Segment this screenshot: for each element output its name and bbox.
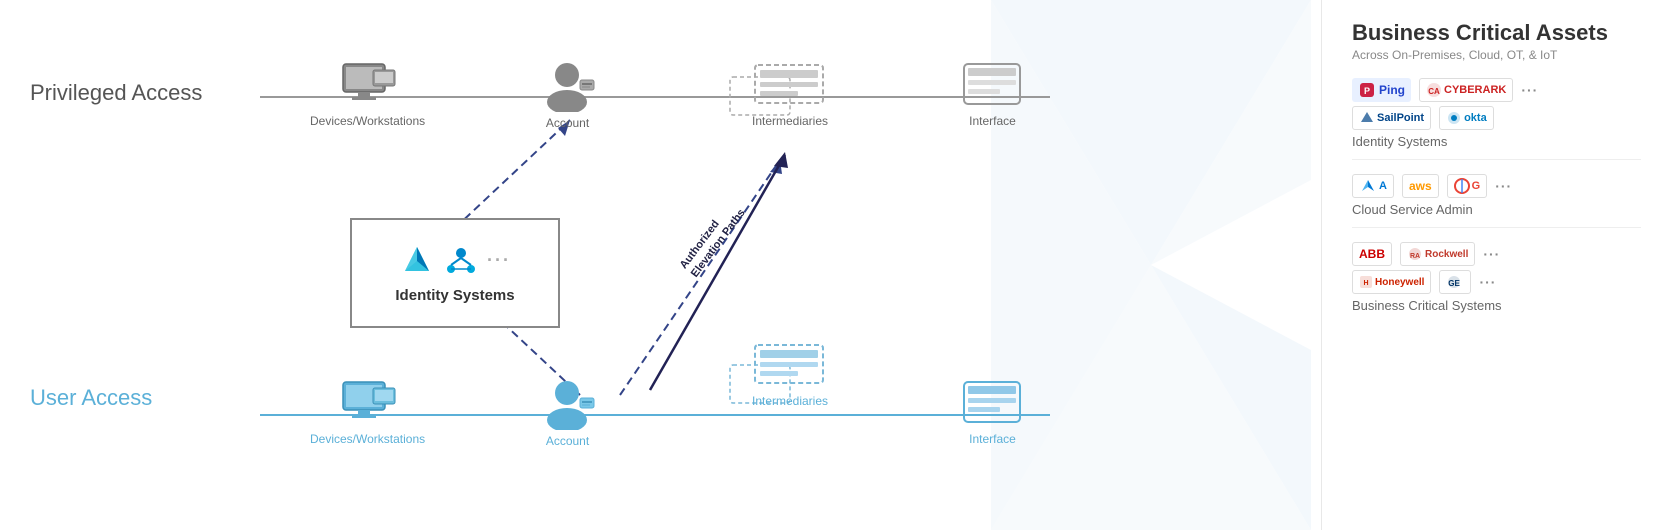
- business-critical-group: ABB RA Rockwell ··· H: [1352, 242, 1641, 323]
- business-critical-label: Business Critical Systems: [1352, 298, 1641, 313]
- identity-systems-logos-row2: SailPoint okta: [1352, 106, 1641, 130]
- azure-logo: A: [1352, 174, 1394, 198]
- intermediaries-top-label: Intermediaries: [752, 114, 828, 128]
- intermediaries-top-node: Intermediaries: [750, 60, 830, 128]
- identity-systems-box: ··· Identity Systems: [350, 218, 560, 328]
- critical-more-dots2: ···: [1479, 274, 1496, 290]
- cloud-more-dots: ···: [1495, 178, 1512, 194]
- aws-logo: aws: [1402, 174, 1439, 198]
- devices-workstations-bottom-node: Devices/Workstations: [310, 378, 425, 446]
- intermediaries-bottom-node: Intermediaries: [750, 340, 830, 408]
- critical-more-dots: ···: [1483, 246, 1500, 262]
- interface-bottom-node: Interface: [960, 378, 1025, 446]
- privileged-access-label: Privileged Access: [30, 80, 202, 106]
- interface-top-label: Interface: [969, 114, 1016, 128]
- identity-more-dots: ···: [1521, 82, 1538, 98]
- critical-logos-row2: H Honeywell GE ···: [1352, 270, 1641, 294]
- identity-box-icons: ···: [399, 243, 511, 279]
- devices-workstations-top-node: Devices/Workstations: [310, 60, 425, 128]
- right-panel: Business Critical Assets Across On-Premi…: [1321, 0, 1661, 530]
- okta-logo: okta: [1439, 106, 1494, 130]
- account-bottom-label: Account: [546, 434, 589, 448]
- identity-systems-group: P Ping CA CYBERARK ···: [1352, 78, 1641, 160]
- sailpoint-logo: SailPoint: [1352, 106, 1431, 130]
- interface-bottom-label: Interface: [969, 432, 1016, 446]
- honeywell-logo: H Honeywell: [1352, 270, 1431, 294]
- account-top-node: Account: [540, 60, 595, 130]
- account-bottom-node: Account: [540, 378, 595, 448]
- cloud-service-admin-group: A aws G ··· Cloud Service Admin: [1352, 174, 1641, 228]
- svg-text:GE: GE: [1449, 279, 1461, 288]
- svg-text:CA: CA: [1428, 87, 1440, 96]
- svg-text:RA: RA: [1410, 253, 1420, 260]
- right-panel-subtitle: Across On-Premises, Cloud, OT, & IoT: [1352, 48, 1641, 62]
- google-logo: G: [1447, 174, 1488, 198]
- ping-logo: P Ping: [1352, 78, 1411, 102]
- devices-workstations-top-label: Devices/Workstations: [310, 114, 425, 128]
- more-dots: ···: [487, 250, 511, 271]
- identity-systems-logos: P Ping CA CYBERARK ···: [1352, 78, 1641, 102]
- rockwell-logo: RA Rockwell: [1400, 242, 1475, 266]
- main-container: Privileged Access User Access Devices/Wo…: [0, 0, 1661, 530]
- identity-systems-label: Identity Systems: [395, 287, 514, 304]
- cyberark-logo: CA CYBERARK: [1419, 78, 1513, 102]
- abb-logo: ABB: [1352, 242, 1392, 266]
- elevation-paths-label: Authorized Elevation Paths: [677, 198, 749, 281]
- right-panel-title: Business Critical Assets: [1352, 20, 1641, 46]
- cloud-logos: A aws G ···: [1352, 174, 1641, 198]
- devices-workstations-bottom-label: Devices/Workstations: [310, 432, 425, 446]
- ge-logo: GE: [1439, 270, 1471, 294]
- critical-logos: ABB RA Rockwell ···: [1352, 242, 1641, 266]
- svg-text:H: H: [1363, 280, 1368, 287]
- user-access-label: User Access: [30, 385, 152, 411]
- account-top-label: Account: [546, 116, 589, 130]
- diagram-area: Privileged Access User Access Devices/Wo…: [0, 0, 1321, 530]
- identity-systems-group-label: Identity Systems: [1352, 134, 1641, 149]
- cloud-service-admin-label: Cloud Service Admin: [1352, 202, 1641, 217]
- interface-top-node: Interface: [960, 60, 1025, 128]
- svg-text:P: P: [1364, 86, 1370, 96]
- intermediaries-bottom-label: Intermediaries: [752, 394, 828, 408]
